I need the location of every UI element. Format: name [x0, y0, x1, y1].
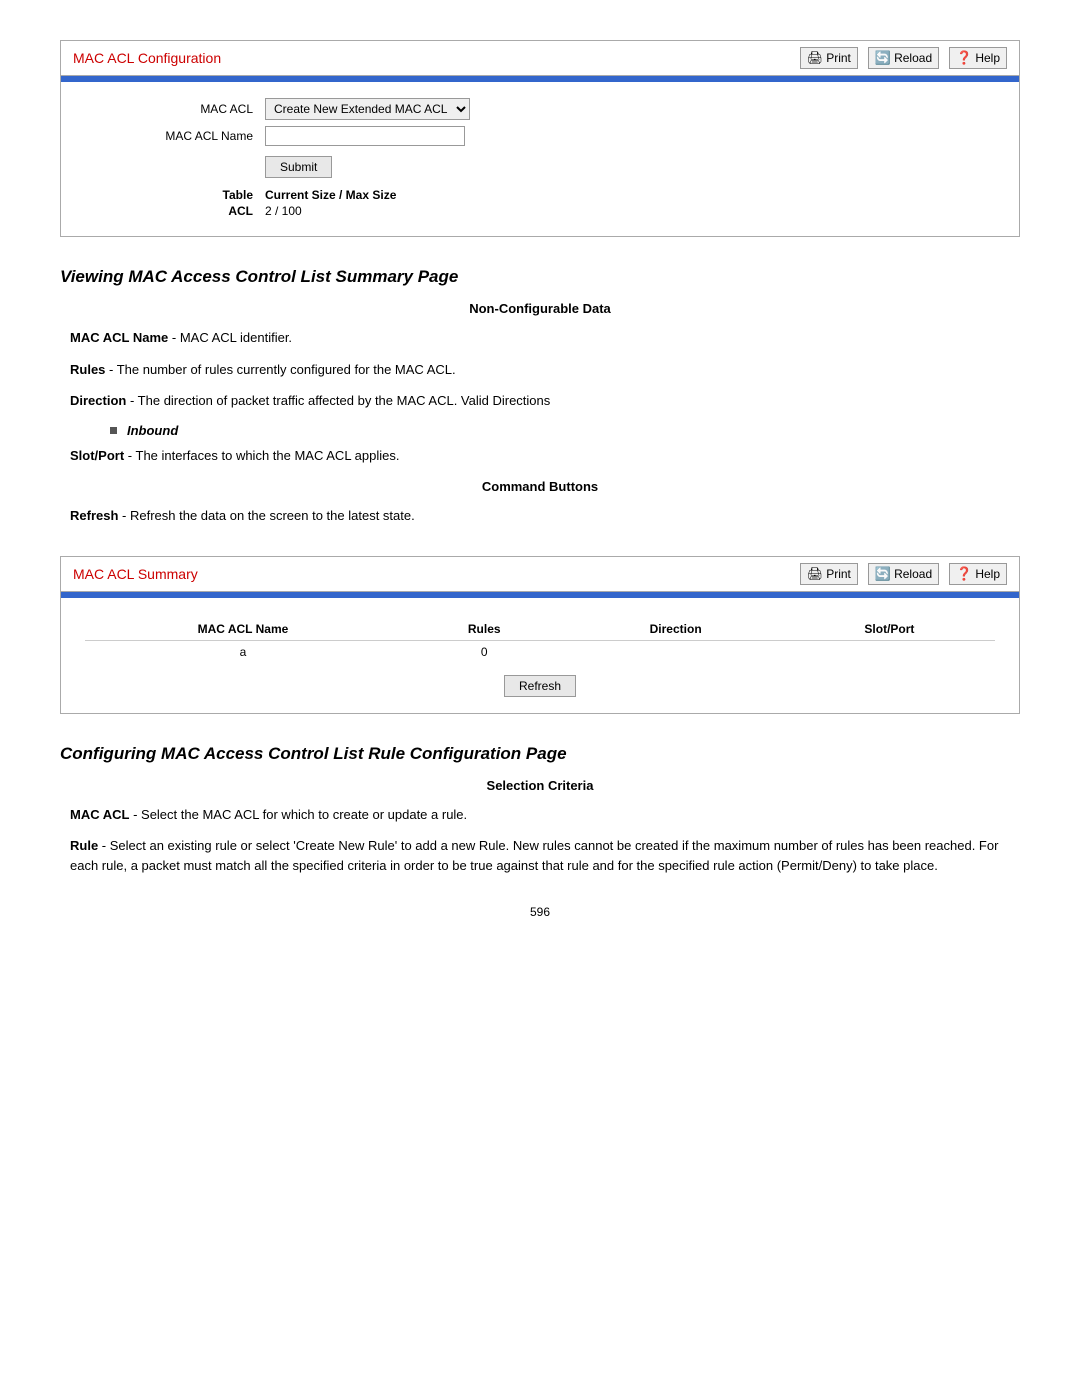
doc-item-refresh: Refresh - Refresh the data on the screen…	[60, 506, 1020, 526]
doc-item-rules: Rules - The number of rules currently co…	[60, 360, 1020, 380]
col-mac-acl-name: MAC ACL Name	[85, 618, 401, 641]
def-mac-acl-name: - MAC ACL identifier.	[172, 330, 292, 345]
def-direction: - The direction of packet traffic affect…	[130, 393, 550, 408]
configuring-section: Configuring MAC Access Control List Rule…	[60, 744, 1020, 876]
panel-body: MAC ACL Create New Extended MAC ACL MAC …	[61, 82, 1019, 236]
mac-acl-select[interactable]: Create New Extended MAC ACL	[265, 98, 470, 120]
summary-panel-body: MAC ACL Name Rules Direction Slot/Port a…	[61, 598, 1019, 713]
mac-acl-control: Create New Extended MAC ACL	[265, 98, 470, 120]
summary-help-icon	[956, 566, 972, 582]
mac-acl-label: MAC ACL	[85, 102, 265, 116]
doc-item-config-mac-acl: MAC ACL - Select the MAC ACL for which t…	[60, 805, 1020, 825]
def-slot-port: - The interfaces to which the MAC ACL ap…	[128, 448, 400, 463]
summary-panel-title: MAC ACL Summary	[73, 566, 198, 582]
command-buttons-subtitle: Command Buttons	[60, 479, 1020, 494]
configuring-subtitle: Selection Criteria	[60, 778, 1020, 793]
reload-icon	[875, 50, 891, 66]
cell-slot-port	[784, 640, 995, 663]
mac-acl-name-input[interactable]	[265, 126, 465, 146]
mac-acl-summary-panel: MAC ACL Summary Print Reload Help MAC AC…	[60, 556, 1020, 714]
summary-panel-header: MAC ACL Summary Print Reload Help	[61, 557, 1019, 592]
help-icon	[956, 50, 972, 66]
submit-button[interactable]: Submit	[265, 156, 332, 178]
table-row: a 0	[85, 640, 995, 663]
summary-reload-label: Reload	[894, 567, 932, 581]
bullet-inbound: Inbound	[110, 423, 1020, 438]
summary-table-head: MAC ACL Name Rules Direction Slot/Port	[85, 618, 995, 641]
summary-print-button[interactable]: Print	[800, 563, 858, 585]
viewing-subtitle: Non-Configurable Data	[60, 301, 1020, 316]
mac-acl-name-control	[265, 126, 465, 146]
doc-item-config-rule: Rule - Select an existing rule or select…	[60, 836, 1020, 875]
term-direction: Direction	[70, 393, 126, 408]
print-label: Print	[826, 51, 851, 65]
term-config-mac-acl: MAC ACL	[70, 807, 129, 822]
def-config-mac-acl: - Select the MAC ACL for which to create…	[133, 807, 467, 822]
summary-reload-icon	[875, 566, 891, 582]
table-label: Table	[85, 188, 265, 202]
refresh-row: Refresh	[85, 675, 995, 697]
configuring-section-title: Configuring MAC Access Control List Rule…	[60, 744, 1020, 764]
panel-title: MAC ACL Configuration	[73, 50, 221, 66]
cell-direction	[567, 640, 783, 663]
submit-row: Submit	[265, 156, 995, 178]
reload-button[interactable]: Reload	[868, 47, 939, 69]
table-value: 2 / 100	[265, 204, 302, 218]
panel-header: MAC ACL Configuration Print Reload Help	[61, 41, 1019, 76]
summary-help-label: Help	[975, 567, 1000, 581]
print-icon	[807, 50, 824, 66]
table-header: Current Size / Max Size	[265, 188, 396, 202]
doc-item-mac-acl-name: MAC ACL Name - MAC ACL identifier.	[60, 328, 1020, 348]
col-direction: Direction	[567, 618, 783, 641]
viewing-section: Viewing MAC Access Control List Summary …	[60, 267, 1020, 526]
help-label: Help	[975, 51, 1000, 65]
bullet-inbound-text: Inbound	[127, 423, 178, 438]
term-mac-acl-name: MAC ACL Name	[70, 330, 168, 345]
cell-rules: 0	[401, 640, 568, 663]
term-rules: Rules	[70, 362, 105, 377]
bullet-icon	[110, 427, 117, 434]
summary-help-button[interactable]: Help	[949, 563, 1007, 585]
table-header-row: Table Current Size / Max Size	[85, 188, 995, 202]
summary-table: MAC ACL Name Rules Direction Slot/Port a…	[85, 618, 995, 663]
col-slot-port: Slot/Port	[784, 618, 995, 641]
refresh-button[interactable]: Refresh	[504, 675, 576, 697]
term-slot-port: Slot/Port	[70, 448, 124, 463]
summary-table-header-row: MAC ACL Name Rules Direction Slot/Port	[85, 618, 995, 641]
summary-print-icon	[807, 566, 824, 582]
summary-reload-button[interactable]: Reload	[868, 563, 939, 585]
table-info: Table Current Size / Max Size ACL 2 / 10…	[85, 188, 995, 218]
mac-acl-name-label: MAC ACL Name	[85, 129, 265, 143]
doc-item-direction: Direction - The direction of packet traf…	[60, 391, 1020, 411]
print-button[interactable]: Print	[800, 47, 858, 69]
help-button[interactable]: Help	[949, 47, 1007, 69]
cell-name: a	[85, 640, 401, 663]
acl-label: ACL	[85, 204, 265, 218]
summary-table-body: a 0	[85, 640, 995, 663]
term-refresh: Refresh	[70, 508, 118, 523]
mac-acl-config-panel: MAC ACL Configuration Print Reload Help …	[60, 40, 1020, 237]
reload-label: Reload	[894, 51, 932, 65]
doc-item-slot-port: Slot/Port - The interfaces to which the …	[60, 446, 1020, 466]
def-config-rule: - Select an existing rule or select 'Cre…	[70, 838, 998, 873]
panel-actions: Print Reload Help	[800, 47, 1007, 69]
def-rules: - The number of rules currently configur…	[109, 362, 456, 377]
mac-acl-row: MAC ACL Create New Extended MAC ACL	[85, 98, 995, 120]
viewing-section-title: Viewing MAC Access Control List Summary …	[60, 267, 1020, 287]
term-config-rule: Rule	[70, 838, 98, 853]
page-number: 596	[60, 905, 1020, 919]
mac-acl-name-row: MAC ACL Name	[85, 126, 995, 146]
table-value-row: ACL 2 / 100	[85, 204, 995, 218]
direction-bullets: Inbound	[110, 423, 1020, 438]
summary-panel-actions: Print Reload Help	[800, 563, 1007, 585]
def-refresh: - Refresh the data on the screen to the …	[122, 508, 415, 523]
summary-print-label: Print	[826, 567, 851, 581]
col-rules: Rules	[401, 618, 568, 641]
